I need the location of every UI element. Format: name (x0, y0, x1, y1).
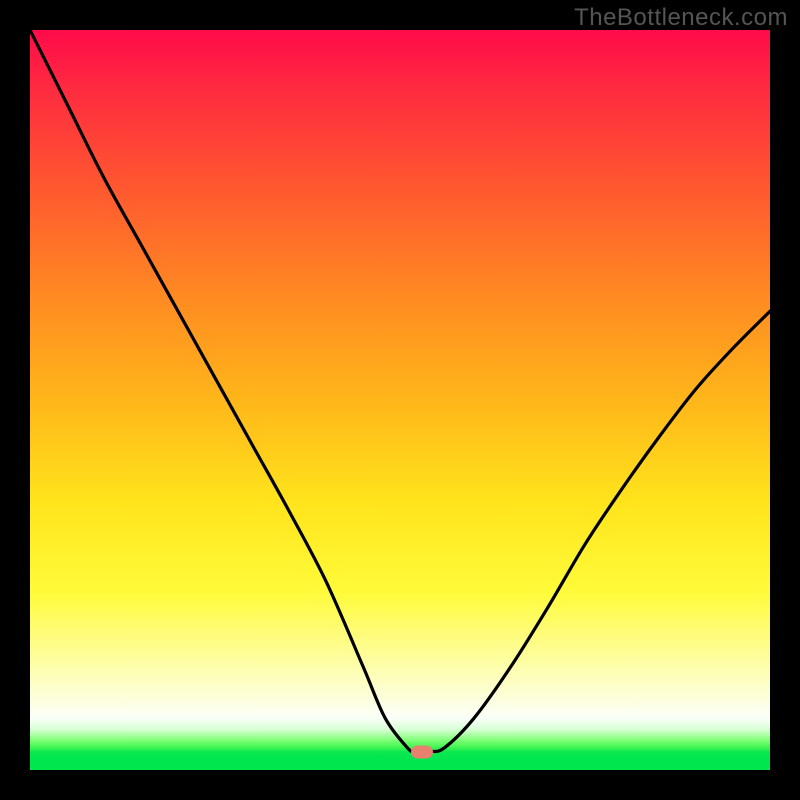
chart-frame: TheBottleneck.com (0, 0, 800, 800)
plot-area (30, 30, 770, 770)
bottleneck-curve (30, 30, 770, 770)
optimal-marker (411, 745, 433, 758)
watermark-text: TheBottleneck.com (574, 4, 788, 32)
